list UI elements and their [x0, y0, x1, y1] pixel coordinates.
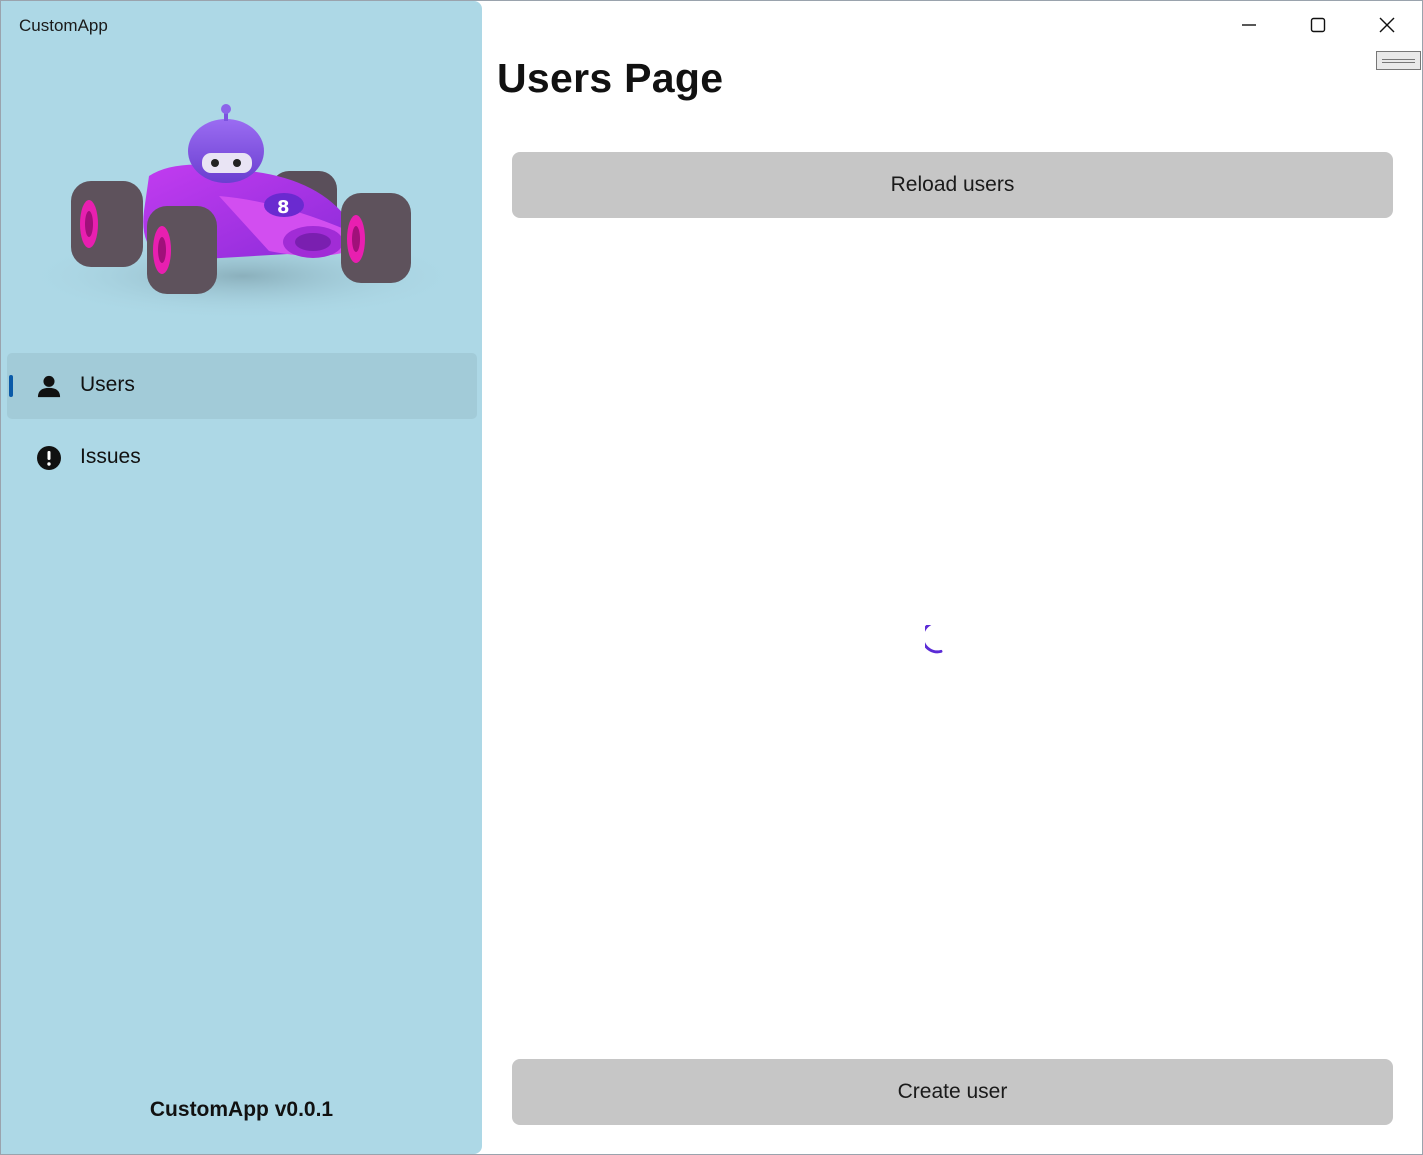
navigation-menu: Users Issues	[7, 353, 477, 497]
grip-line	[1382, 58, 1415, 60]
minimize-button[interactable]	[1215, 1, 1283, 49]
minimize-icon	[1242, 24, 1256, 26]
grip-line	[1382, 61, 1415, 63]
maximize-icon	[1310, 17, 1326, 33]
sidebar-item-users[interactable]: Users	[7, 353, 477, 419]
maximize-button[interactable]	[1284, 1, 1352, 49]
selection-indicator	[9, 375, 13, 397]
loading-spinner-icon	[925, 625, 943, 654]
exclamation-circle-icon	[37, 446, 61, 470]
create-user-button[interactable]: Create user	[512, 1059, 1393, 1125]
close-icon	[1379, 17, 1395, 33]
svg-text:8: 8	[277, 197, 290, 218]
person-icon	[37, 374, 61, 398]
race-car-illustration: 8	[21, 104, 465, 321]
sidebar-item-issues[interactable]: Issues	[7, 425, 477, 491]
sidebar-item-label: Users	[80, 373, 135, 396]
app-version: CustomApp v0.0.1	[149, 1098, 334, 1121]
reload-users-button[interactable]: Reload users	[512, 152, 1393, 218]
drag-handle[interactable]	[1376, 51, 1421, 70]
close-button[interactable]	[1353, 1, 1421, 49]
page-title: Users Page	[497, 55, 724, 101]
sidebar-item-label: Issues	[80, 445, 141, 468]
navigation-sidebar: CustomApp 8 Users Issues CustomApp v0.0.…	[1, 1, 482, 1154]
app-title: CustomApp	[19, 16, 108, 35]
app-window: CustomApp 8 Users Issues CustomApp v0.0.…	[0, 0, 1423, 1155]
